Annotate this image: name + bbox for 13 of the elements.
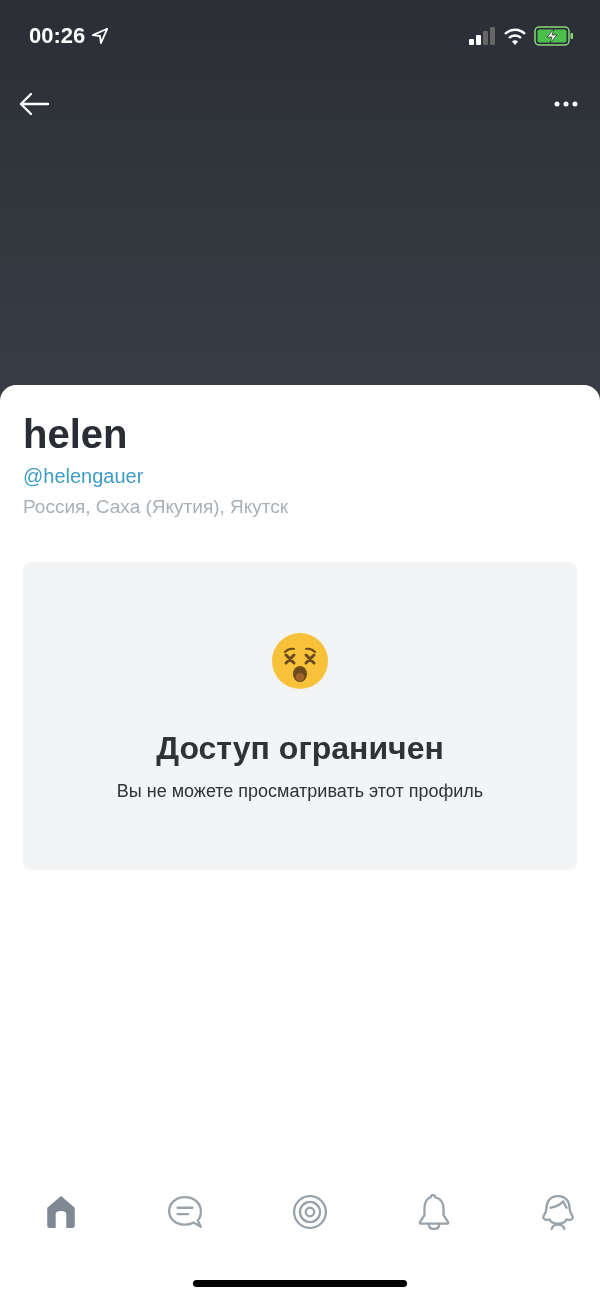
profile-handle[interactable]: @helengauer (23, 465, 144, 488)
profile-name: helen (23, 411, 129, 457)
status-time: 00:26 (29, 23, 86, 49)
more-icon (554, 101, 578, 107)
profile-location: Россия, Саха (Якутия), Якутск (23, 496, 290, 518)
notice-message: Вы не можете просматривать этот профиль (116, 781, 484, 802)
dizzy-face-icon (271, 632, 329, 690)
back-arrow-icon (18, 92, 50, 116)
location-arrow-icon (91, 27, 110, 45)
battery-icon (534, 26, 574, 46)
wifi-icon (504, 27, 526, 45)
signal-icon (468, 27, 496, 45)
notice-title: Доступ ограничен (156, 730, 444, 767)
